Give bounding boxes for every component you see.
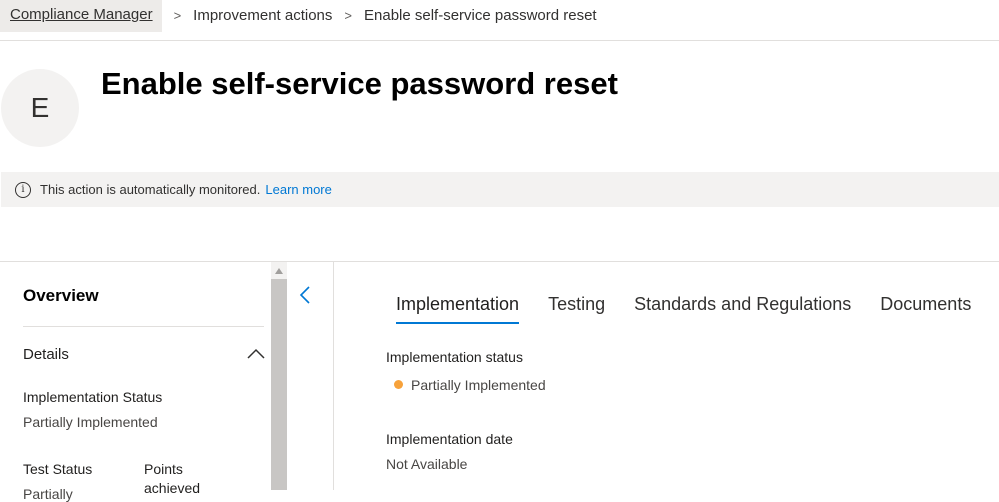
implementation-status-heading: Implementation status: [386, 349, 523, 365]
details-section-toggle[interactable]: Details: [23, 342, 266, 366]
learn-more-link[interactable]: Learn more: [265, 182, 331, 197]
test-status-label: Test Status: [23, 461, 93, 477]
breadcrumb: Compliance Manager > Improvement actions…: [0, 0, 999, 41]
avatar: E: [1, 69, 79, 147]
tab-standards-and-regulations[interactable]: Standards and Regulations: [634, 294, 851, 324]
test-status-value: Partially: [23, 486, 73, 502]
implementation-status-label: Implementation Status: [23, 389, 163, 405]
scroll-thumb[interactable]: [271, 279, 287, 490]
tab-testing[interactable]: Testing: [548, 294, 605, 324]
scroll-up-arrow-icon[interactable]: [275, 268, 283, 274]
points-achieved-label-line1: Points: [144, 461, 183, 477]
breadcrumb-improvement-actions[interactable]: Improvement actions: [193, 7, 332, 24]
overview-divider: [23, 326, 264, 327]
page-title: Enable self-service password reset: [101, 66, 618, 101]
breadcrumb-separator-icon: >: [344, 8, 352, 23]
details-label: Details: [23, 345, 69, 363]
tab-bar: Implementation Testing Standards and Reg…: [396, 294, 999, 324]
implementation-status-value: Partially Implemented: [23, 414, 158, 430]
breadcrumb-separator-icon: >: [173, 8, 182, 23]
points-achieved-label-line2: achieved: [144, 480, 201, 496]
avatar-letter: E: [30, 92, 50, 123]
implementation-date-value: Not Available: [386, 456, 468, 472]
info-icon: i: [15, 181, 31, 198]
overview-panel: Overview Details Implementation Status P…: [0, 262, 270, 502]
status-dot-icon: [394, 380, 403, 389]
chevron-up-icon: [247, 348, 265, 359]
breadcrumb-compliance-manager[interactable]: Compliance Manager: [0, 0, 162, 32]
implementation-date-heading: Implementation date: [386, 431, 513, 447]
implementation-status: Partially Implemented: [386, 377, 546, 393]
info-bar: i This action is automatically monitored…: [1, 172, 999, 207]
implementation-status-text: Partially Implemented: [411, 377, 546, 393]
overview-title: Overview: [23, 286, 99, 305]
tab-implementation[interactable]: Implementation: [396, 294, 520, 324]
scrollbar[interactable]: [271, 262, 287, 490]
info-message: This action is automatically monitored.: [40, 182, 261, 197]
vertical-divider: [333, 262, 334, 490]
breadcrumb-current-page: Enable self-service password reset: [364, 7, 597, 24]
chevron-left-icon[interactable]: [296, 284, 316, 306]
tab-documents[interactable]: Documents: [880, 294, 971, 324]
